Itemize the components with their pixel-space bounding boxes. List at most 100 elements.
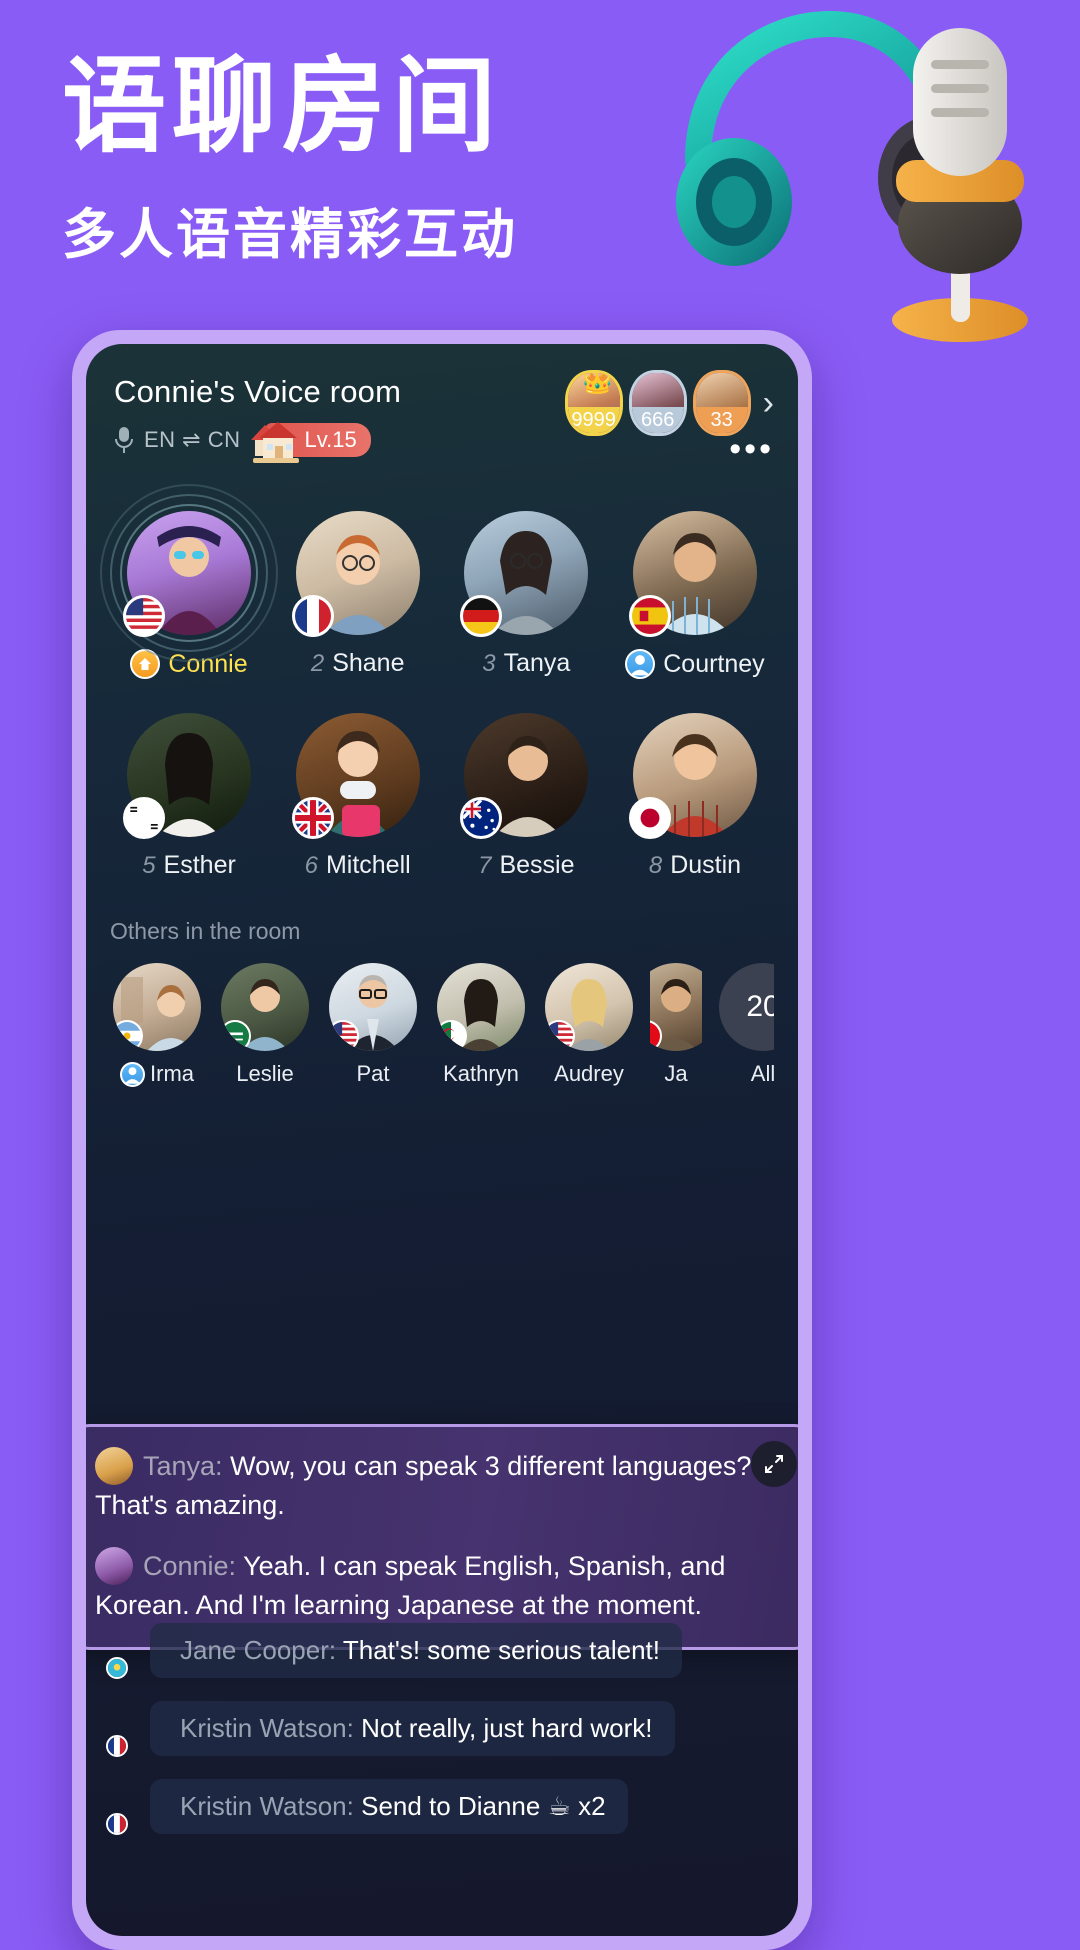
chat-bubble: Kristin Watson: Send to Dianne ☕ x2 <box>150 1778 628 1834</box>
rank-badge-value: 666 <box>631 407 684 433</box>
other-label: Kathryn <box>443 1061 519 1087</box>
chat-message-list[interactable]: Jane Cooper: That's! some serious talent… <box>106 1622 776 1856</box>
seat-bessie[interactable]: 7 Bessie <box>447 713 605 880</box>
us-flag <box>123 595 165 637</box>
more-dots-icon[interactable]: ••• <box>729 432 774 466</box>
other-pat[interactable]: Pat <box>326 963 420 1087</box>
expand-icon[interactable] <box>751 1441 797 1487</box>
seat-name: Esther <box>163 851 236 879</box>
other-leslie[interactable]: Leslie <box>218 963 312 1087</box>
seat-row: 5 Esther 6 Mitchell 7 Bessie 8 Dustin <box>110 713 774 880</box>
seat-row: Connie 2 Shane 3 Tanya Courtney <box>100 484 774 679</box>
seat-dustin[interactable]: 8 Dustin <box>616 713 774 880</box>
other-audrey[interactable]: Audrey <box>542 963 636 1087</box>
seat-number: 6 <box>304 851 318 879</box>
phone-mockup: Connie's Voice room EN ⇌ CN Lv.15 👑 9999… <box>72 330 812 1950</box>
es-flag <box>628 595 671 637</box>
chat-bubble: Kristin Watson: Not really, just hard wo… <box>150 1700 675 1756</box>
seat-courtney[interactable]: Courtney <box>616 511 774 679</box>
chat-row[interactable]: Jane Cooper: That's! some serious talent… <box>106 1622 776 1679</box>
seat-number: 3 <box>482 649 496 677</box>
language-pair-label: EN ⇌ CN <box>144 427 241 452</box>
other-label: Ja <box>664 1061 687 1087</box>
seat-number: 7 <box>478 851 492 879</box>
seat-mitchell[interactable]: 6 Mitchell <box>279 713 437 880</box>
seat-connie[interactable]: Connie <box>100 484 278 679</box>
fr-flag <box>291 595 334 637</box>
seat-shane[interactable]: 2 Shane <box>279 511 437 679</box>
crown-icon: 👑 <box>581 370 614 395</box>
message-speaker: Kristin Watson: <box>180 1790 354 1821</box>
rank-badges[interactable]: 👑 9999 666 33 › <box>564 370 774 436</box>
message-speaker: Jane Cooper: <box>180 1634 337 1665</box>
other-name: Kathryn <box>443 1061 519 1086</box>
other-label: Pat <box>356 1061 389 1087</box>
highlighted-message-card[interactable]: Tanya: Wow, you can speak 3 different la… <box>86 1424 798 1650</box>
rank-badge-3[interactable]: 33 <box>692 370 751 436</box>
seat-number: 5 <box>142 851 156 879</box>
headphones-and-microphone-icon <box>676 10 1028 342</box>
avatar[interactable] <box>650 963 702 1051</box>
jp-flag <box>628 797 671 839</box>
other-name: Irma <box>150 1061 194 1086</box>
message-speaker: Kristin Watson: <box>180 1712 354 1743</box>
avatar[interactable] <box>106 1778 164 1835</box>
other-name: Leslie <box>236 1061 294 1086</box>
seat-number: 2 <box>310 649 325 677</box>
seat-name: Bessie <box>499 851 575 879</box>
rank-badge-1[interactable]: 👑 9999 <box>564 370 623 436</box>
highlight-message: Connie: Yeah. I can speak English, Spani… <box>95 1546 789 1625</box>
others-section: Others in the room Irma Leslie Pat Kathr… <box>86 914 798 1087</box>
app-screen: Connie's Voice room EN ⇌ CN Lv.15 👑 9999… <box>86 344 798 1936</box>
microphone-icon <box>114 427 134 453</box>
other-irma[interactable]: Irma <box>110 963 204 1087</box>
chat-row[interactable]: Kristin Watson: Not really, just hard wo… <box>106 1700 776 1757</box>
avatar[interactable] <box>329 963 417 1051</box>
message-text: Not really, just hard work! <box>361 1712 653 1743</box>
chat-row[interactable]: Kristin Watson: Send to Dianne ☕ x2 <box>106 1778 776 1835</box>
avatar[interactable] <box>221 963 309 1051</box>
dz-flag <box>437 1020 467 1051</box>
us-flag <box>329 1020 359 1051</box>
seat-number: 8 <box>648 851 663 879</box>
sa-flag <box>221 1020 251 1051</box>
all-members-button[interactable]: 20 All <box>716 963 774 1087</box>
fr-flag <box>106 1735 128 1757</box>
avatar[interactable] <box>106 1700 164 1757</box>
seat-label: 2 Shane <box>311 649 405 678</box>
message-speaker: Tanya: <box>143 1451 223 1481</box>
avatar[interactable] <box>113 963 201 1051</box>
other-kathryn[interactable]: Kathryn <box>434 963 528 1087</box>
other-name: Pat <box>356 1061 390 1086</box>
avatar <box>95 1546 133 1585</box>
message-speaker: Connie: <box>143 1550 237 1581</box>
other-ja[interactable]: Ja <box>650 963 702 1087</box>
level-badge[interactable]: Lv.15 <box>250 422 371 463</box>
seat-tanya[interactable]: 3 Tanya <box>447 511 605 679</box>
au-flag <box>460 797 503 839</box>
user-badge-icon <box>625 649 656 679</box>
rank-badge-2[interactable]: 666 <box>628 370 687 436</box>
seat-label: 3 Tanya <box>482 649 570 678</box>
avatar[interactable] <box>545 963 633 1051</box>
avatar <box>95 1447 133 1485</box>
hero-illustration <box>660 10 1060 350</box>
speaker-seats: Connie 2 Shane 3 Tanya Courtney 5 Esther… <box>86 465 798 880</box>
seat-label: 7 Bessie <box>478 851 574 880</box>
avatar[interactable] <box>106 1622 164 1679</box>
seat-label: 6 Mitchell <box>305 851 411 880</box>
seat-esther[interactable]: 5 Esther <box>110 713 268 880</box>
avatar[interactable] <box>437 963 525 1051</box>
other-name: Audrey <box>554 1061 624 1086</box>
seat-name: Shane <box>332 649 405 677</box>
seat-name: Mitchell <box>325 851 411 879</box>
rank-badge-value: 9999 <box>567 407 620 433</box>
all-label: All <box>750 1061 774 1086</box>
message-text: That's! some serious talent! <box>342 1634 660 1665</box>
house-icon <box>250 422 299 463</box>
all-count: 20 <box>719 963 774 1051</box>
seat-name: Dustin <box>670 851 742 879</box>
chevron-right-icon[interactable]: › <box>763 386 774 420</box>
seat-label: Courtney <box>625 649 765 679</box>
other-label: Leslie <box>236 1061 293 1087</box>
